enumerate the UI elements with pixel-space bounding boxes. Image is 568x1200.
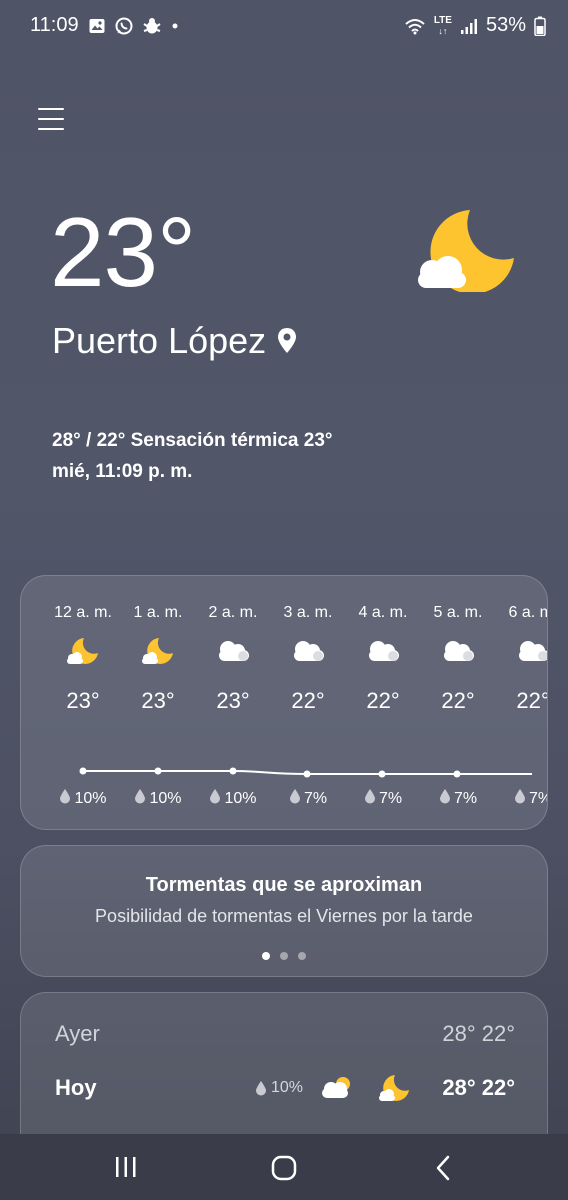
status-time: 11:09 — [30, 14, 79, 36]
hour-time: 4 a. m. — [358, 604, 408, 621]
hour-precip-value: 10% — [74, 789, 107, 807]
cloud-icon — [440, 636, 476, 671]
raindrop-icon — [209, 788, 221, 809]
weather-alert-card[interactable]: Tormentas que se aproximan Posibilidad d… — [20, 845, 548, 977]
raindrop-icon — [256, 1081, 266, 1096]
cloud-icon — [215, 636, 251, 671]
moon-cloud-icon — [65, 636, 101, 671]
hour-time: 1 a. m. — [133, 604, 183, 621]
hour-time: 12 a. m. — [54, 604, 112, 621]
current-datetime: mié, 11:09 p. m. — [52, 461, 193, 482]
notification-icons — [88, 16, 180, 36]
day-range: 28° 22° — [442, 1021, 515, 1046]
hour-precip-value: 7% — [303, 789, 328, 807]
hour-precip-value: 10% — [224, 789, 257, 807]
page-indicator — [21, 952, 547, 960]
page-dot — [262, 952, 270, 960]
hour-time: 3 a. m. — [283, 604, 333, 621]
hour-precip: 10% — [43, 788, 123, 809]
hour-precip-value: 7% — [378, 789, 403, 807]
day-range: 28° 22° — [442, 1075, 515, 1100]
page-dot — [280, 952, 288, 960]
dot-icon — [172, 23, 178, 29]
hour-precip-value: 7% — [528, 789, 547, 807]
location-name: Puerto López — [52, 320, 267, 361]
location-pin-icon — [278, 328, 297, 353]
signal-icon — [460, 18, 477, 34]
menu-line — [38, 118, 64, 120]
hour-precip-value: 7% — [453, 789, 478, 807]
battery-percent: 53% — [485, 14, 526, 36]
bug-icon — [143, 18, 161, 34]
hour-precip-value: 10% — [149, 789, 182, 807]
status-bar: 11:09 LTE ↓↑ 53% — [0, 0, 568, 52]
hour-point — [453, 770, 461, 778]
day-name: Hoy — [55, 1075, 97, 1100]
hour-temp: 22° — [441, 688, 475, 713]
raindrop-icon — [289, 788, 301, 809]
lte-indicator: LTE ↓↑ — [433, 14, 452, 36]
whatsapp-icon — [115, 17, 133, 35]
hour-point — [229, 767, 237, 775]
moon-cloud-icon — [140, 636, 176, 671]
cloud-icon — [365, 636, 401, 671]
cloud-icon — [515, 636, 547, 671]
wifi-icon — [405, 18, 425, 34]
page-dot — [298, 952, 306, 960]
menu-line — [38, 128, 64, 130]
day-precip-value: 10% — [271, 1079, 304, 1096]
hour-time: 6 a. m. — [508, 604, 547, 621]
daily-row-today[interactable]: Hoy 10% 28° 22° — [55, 1073, 515, 1103]
hour-time: 5 a. m. — [433, 604, 483, 621]
day-precip: 10% — [255, 1079, 303, 1097]
battery-icon — [534, 16, 546, 36]
daily-row-yesterday: Ayer 28° 22° — [55, 1019, 515, 1049]
hour-precip: 10% — [118, 788, 198, 809]
alert-title: Tormentas que se aproximan — [145, 874, 423, 896]
back-icon[interactable] — [432, 1154, 454, 1182]
hour-point — [79, 767, 87, 775]
hour-time: 2 a. m. — [208, 604, 258, 621]
recent-apps-icon[interactable] — [114, 1154, 138, 1180]
moon-cloud-icon — [379, 1075, 409, 1101]
current-details: 28° / 22° Sensación térmica 23° mié, 11:… — [52, 425, 333, 487]
hourly-forecast-card[interactable]: 12 a. m. 23° 10% 1 a. m. 23° 10% 2 a. m. 23° 10%… — [20, 575, 548, 830]
hour-temp: 23° — [66, 688, 100, 713]
hour-precip: 7% — [268, 788, 348, 809]
alert-text: Posibilidad de tormentas el Viernes por … — [95, 906, 473, 926]
hour-precip: 10% — [193, 788, 273, 809]
hi-lo-feels: 28° / 22° Sensación térmica 23° — [52, 430, 333, 451]
hour-temp: 23° — [216, 688, 250, 713]
day-name: Ayer — [55, 1021, 100, 1046]
hour-precip: 7% — [493, 788, 547, 809]
menu-button[interactable] — [38, 108, 64, 132]
raindrop-icon — [134, 788, 146, 809]
hour-temp: 22° — [366, 688, 400, 713]
hour-point — [378, 770, 386, 778]
home-icon[interactable] — [270, 1154, 298, 1182]
hour-point — [303, 770, 311, 778]
location[interactable]: Puerto López — [52, 320, 298, 362]
lte-label: LTE — [433, 14, 452, 26]
hour-precip: 7% — [343, 788, 423, 809]
cloud-icon — [290, 636, 326, 671]
moon-cloud-icon — [418, 210, 514, 292]
raindrop-icon — [59, 788, 71, 809]
raindrop-icon — [514, 788, 526, 809]
hour-temp: 23° — [141, 688, 175, 713]
hour-temp: 22° — [291, 688, 325, 713]
hour-precip: 7% — [418, 788, 498, 809]
menu-line — [38, 108, 64, 110]
raindrop-icon — [364, 788, 376, 809]
hour-point — [154, 767, 162, 775]
current-temperature: 23° — [50, 197, 196, 307]
hour-temp: 22° — [516, 688, 548, 713]
data-arrows-icon: ↓↑ — [438, 25, 448, 36]
partly-cloudy-icon — [322, 1077, 350, 1098]
raindrop-icon — [439, 788, 451, 809]
gallery-icon — [89, 19, 105, 33]
navigation-bar — [0, 1134, 568, 1200]
